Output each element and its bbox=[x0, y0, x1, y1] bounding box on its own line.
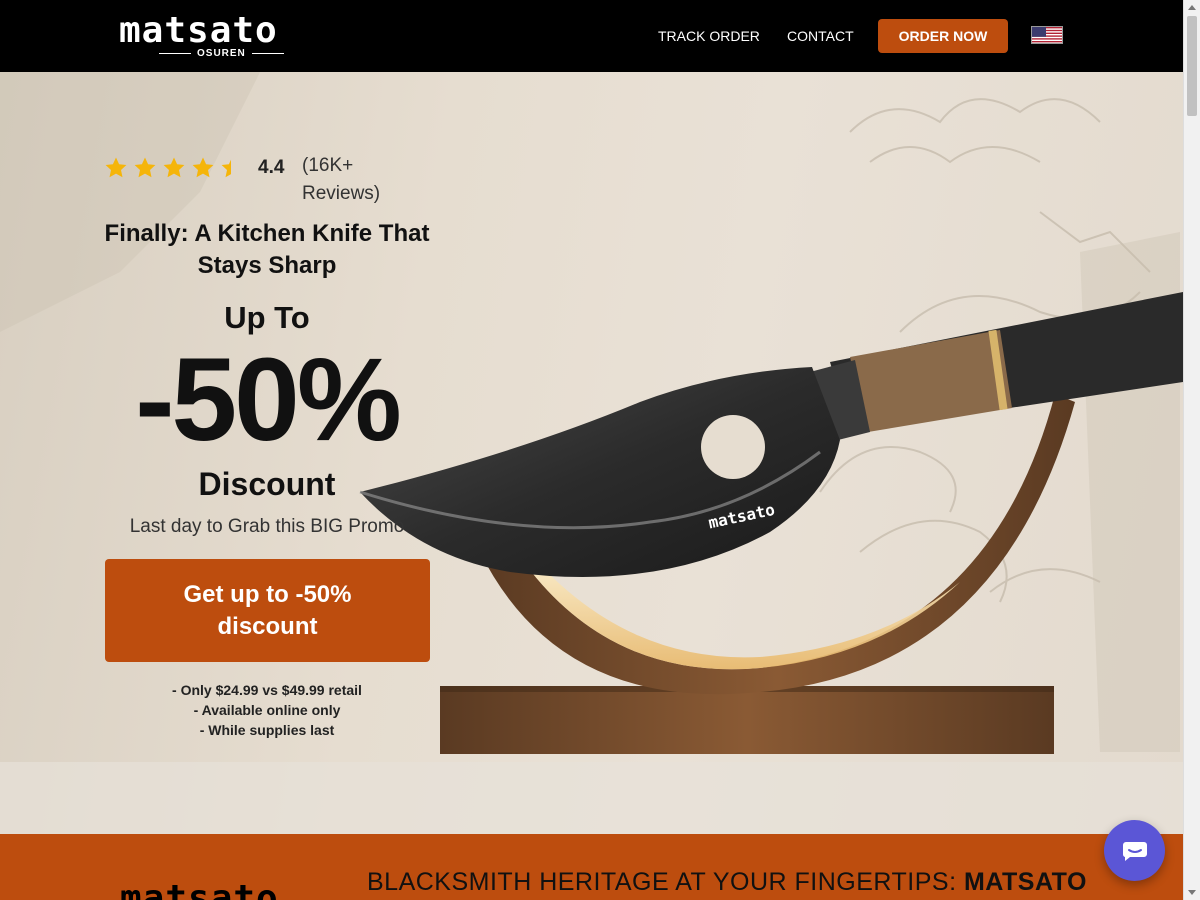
logo-line-right bbox=[251, 53, 284, 54]
brand-logo[interactable]: matsato OSUREN bbox=[119, 10, 284, 59]
discount-label: Discount bbox=[198, 466, 336, 502]
heritage-title-brand: MATSATO bbox=[963, 868, 1087, 896]
heritage-title-text: BLACKSMITH HERITAGE AT YOUR FINGERTIPS: bbox=[367, 868, 957, 896]
nav-contact[interactable]: CONTACT bbox=[787, 28, 854, 44]
bullet-supplies: - While supplies last bbox=[199, 722, 335, 738]
hero-section: matsato 4.4 (16K+ Reviews) Finally: A Ki… bbox=[0, 72, 1183, 834]
site-header: matsato OSUREN TRACK ORDER CONTACT ORDER… bbox=[0, 0, 1183, 72]
rating-block: 4.4 (16K+ Reviews) bbox=[104, 155, 380, 204]
order-now-button[interactable]: ORDER NOW bbox=[878, 19, 1008, 53]
chat-button[interactable] bbox=[1104, 820, 1165, 881]
logo-wordmark: matsato bbox=[119, 10, 278, 51]
nav-track-order[interactable]: TRACK ORDER bbox=[658, 28, 760, 44]
chat-icon bbox=[1122, 841, 1147, 861]
rating-value: 4.4 bbox=[258, 157, 285, 178]
bullet-price: - Only $24.99 vs $49.99 retail bbox=[172, 682, 362, 698]
up-to-label: Up To bbox=[224, 300, 310, 335]
star-half-icon bbox=[221, 159, 231, 178]
star-icon bbox=[192, 157, 214, 178]
heritage-title: BLACKSMITH HERITAGE AT YOUR FINGERTIPS: … bbox=[367, 868, 1087, 897]
hero-headline: Finally: A Kitchen Knife That Stays Shar… bbox=[104, 220, 430, 279]
logo-line-left bbox=[159, 53, 191, 54]
offer-bullets: - Only $24.99 vs $49.99 retail - Availab… bbox=[90, 680, 444, 740]
scroll-down-icon[interactable] bbox=[1188, 890, 1196, 895]
us-flag-icon[interactable] bbox=[1031, 26, 1063, 44]
star-icon bbox=[105, 157, 127, 178]
star-icon bbox=[163, 157, 185, 178]
page-scrollbar[interactable] bbox=[1183, 0, 1200, 900]
bullet-online: - Available online only bbox=[193, 702, 341, 718]
star-icon bbox=[134, 157, 156, 178]
discount-percent: -50% bbox=[135, 334, 401, 466]
logo-subtitle-text: OSUREN bbox=[197, 48, 246, 59]
get-discount-button[interactable]: Get up to -50% discount bbox=[105, 559, 430, 662]
review-count: (16K+ Reviews) bbox=[302, 155, 381, 204]
heritage-band: matsato BLACKSMITH HERITAGE AT YOUR FING… bbox=[0, 834, 1183, 900]
promo-text: Last day to Grab this BIG Promo bbox=[129, 516, 405, 537]
rating-stars bbox=[104, 156, 244, 180]
band-logo: matsato bbox=[120, 878, 279, 900]
scroll-thumb[interactable] bbox=[1187, 16, 1197, 116]
scroll-up-icon[interactable] bbox=[1188, 5, 1196, 10]
